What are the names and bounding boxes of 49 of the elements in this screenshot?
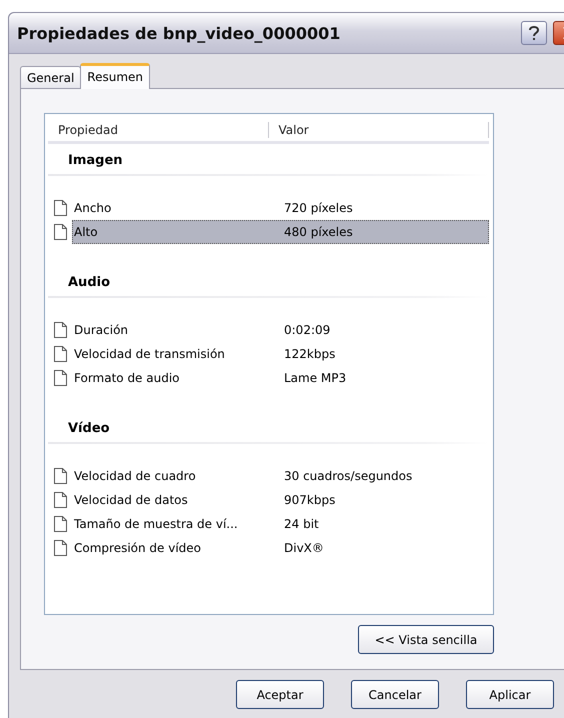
list-row[interactable]: Tamaño de muestra de ví... 24 bit [72,512,489,536]
property-value: 907kbps [284,493,336,507]
list-row[interactable]: Formato de audio Lame MP3 [72,366,489,390]
section-heading: Imagen [48,144,488,176]
window-title: Propiedades de bnp_video_0000001 [17,24,342,42]
property-value: 30 cuadros/segundos [284,469,412,483]
tab[interactable]: General [20,66,82,88]
document-icon [54,516,67,532]
document-icon [54,492,67,508]
simple-view-button[interactable]: << Vista sencilla [358,625,494,654]
property-value: Lame MP3 [284,371,346,385]
property-value: 24 bit [284,517,319,531]
document-icon [54,540,67,556]
tab[interactable]: Resumen [80,63,150,89]
document-icon [54,346,67,362]
list-row[interactable]: Duración 0:02:09 [72,318,489,342]
document-icon [54,370,67,386]
property-value: DivX® [284,541,324,555]
document-icon [54,468,67,484]
property-name: Velocidad de cuadro [74,469,197,483]
list-row[interactable]: Velocidad de datos 907kbps [72,488,489,512]
dialog-button[interactable]: Cancelar [351,680,439,709]
section-heading: Audio [48,266,488,298]
column-header[interactable]: Propiedad [48,122,268,138]
property-name: Tamaño de muestra de ví... [74,517,239,531]
help-icon[interactable] [521,21,547,45]
document-icon [54,200,67,216]
property-value: 122kbps [284,347,336,361]
property-name: Duración [74,323,130,337]
list-row[interactable]: Compresión de vídeo DivX® [72,536,489,560]
property-value: 0:02:09 [284,323,330,337]
list-row[interactable]: Velocidad de transmisión 122kbps [72,342,489,366]
dialog-button[interactable]: Aplicar [466,680,554,709]
document-icon [54,322,67,338]
column-header[interactable]: Valor [268,122,489,138]
property-name: Velocidad de datos [74,493,189,507]
property-name: Formato de audio [74,371,181,385]
property-name: Velocidad de transmisión [74,347,226,361]
property-name: Ancho [74,201,112,215]
dialog-button[interactable]: Aceptar [236,680,324,709]
property-value: 480 píxeles [284,225,353,239]
property-name: Alto [74,225,99,239]
section-heading: Vídeo [48,412,488,444]
property-value: 720 píxeles [284,201,353,215]
list-row[interactable]: Ancho 720 píxeles [72,196,489,220]
list-row[interactable]: Alto 480 píxeles [72,220,489,244]
document-icon [54,224,67,240]
list-row[interactable]: Velocidad de cuadro 30 cuadros/segundos [72,464,489,488]
property-name: Compresión de vídeo [74,541,202,555]
